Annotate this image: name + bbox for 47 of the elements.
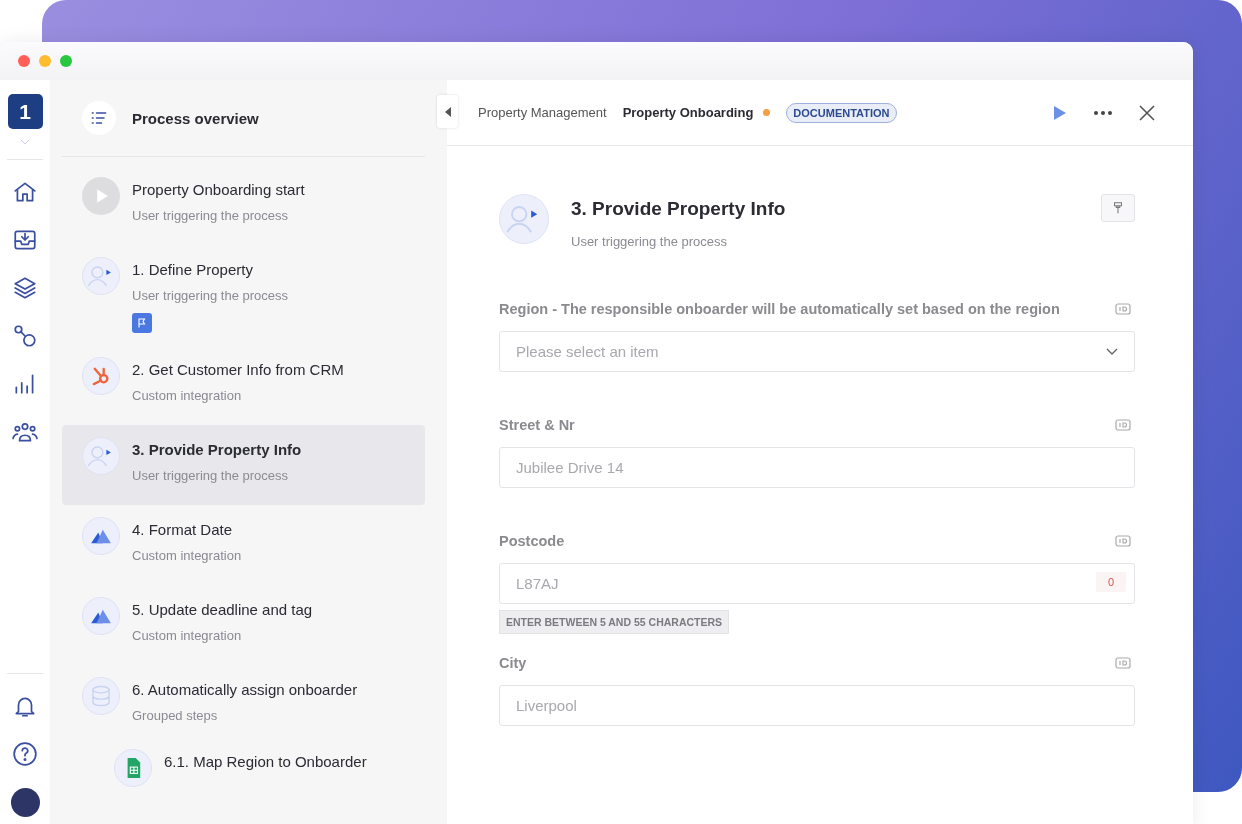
process-step[interactable]: 4. Format Date Custom integration [62, 505, 425, 585]
workspace-logo[interactable]: 1 [7, 94, 43, 129]
process-step[interactable]: 1. Define Property User triggering the process [62, 245, 425, 345]
avatar-circle[interactable] [10, 787, 40, 817]
play-icon[interactable] [1051, 104, 1067, 121]
mountain-shapes-icon [82, 597, 120, 635]
inbox-icon[interactable] [12, 227, 38, 253]
documentation-badge: DOCUMENTATION [786, 102, 897, 123]
field-label: Postcode [499, 533, 565, 549]
field-label: City [499, 655, 527, 671]
mountain-shapes-icon [82, 517, 120, 555]
window-close-button[interactable] [18, 55, 30, 67]
collapse-panel-button[interactable] [437, 95, 458, 128]
process-step[interactable]: 3. Provide Property Info User triggering the process [62, 425, 425, 505]
chevron-down-icon [1106, 347, 1118, 356]
text-input-field[interactable]: Liverpool [499, 685, 1135, 726]
help-icon[interactable] [12, 741, 38, 767]
breadcrumb-link[interactable]: Property Onboarding [622, 105, 754, 120]
panel-title: Process overview [132, 109, 259, 127]
hub-logo-icon [82, 357, 120, 395]
connected-circles-icon[interactable] [12, 323, 38, 349]
close-icon[interactable] [1139, 104, 1155, 121]
play-icon [82, 177, 120, 215]
more-icon[interactable] [1093, 109, 1113, 116]
process-step[interactable]: 6.1. Map Region to Onboarder [62, 745, 425, 799]
character-counter: 0 [1095, 572, 1126, 592]
step-title: 3. Provide Property Info [571, 198, 786, 220]
stacked-discs-icon [82, 677, 120, 715]
breadcrumb-link[interactable]: Property Management [478, 105, 607, 120]
user-play-icon [82, 437, 120, 475]
text-input-field[interactable]: Jubilee Drive 14 [499, 447, 1135, 488]
process-step[interactable]: 2. Get Customer Info from CRM Custom integration [62, 345, 425, 425]
spreadsheet-icon [114, 749, 152, 787]
status-dot [763, 109, 771, 116]
process-step[interactable]: 5. Update deadline and tag Custom integration [62, 585, 425, 665]
user-play-icon [82, 257, 120, 295]
list-icon [82, 101, 116, 135]
step-subtitle: User triggering the process [571, 234, 729, 249]
field-label: Street & Nr [499, 417, 575, 433]
process-step[interactable]: Property Onboarding start User triggering the process [62, 165, 425, 245]
pin-button[interactable] [1101, 194, 1135, 222]
process-step[interactable]: 6. Automatically assign onboarder Grouped steps [62, 665, 425, 745]
validation-hint: ENTER BETWEEN 5 AND 55 CHARACTERS [499, 610, 730, 634]
layers-icon[interactable] [12, 275, 38, 301]
user-play-icon [499, 194, 549, 244]
field-label: Region - The responsible onboarder will be automatically set based on the region [499, 301, 1060, 317]
caret-left-icon [443, 105, 452, 118]
